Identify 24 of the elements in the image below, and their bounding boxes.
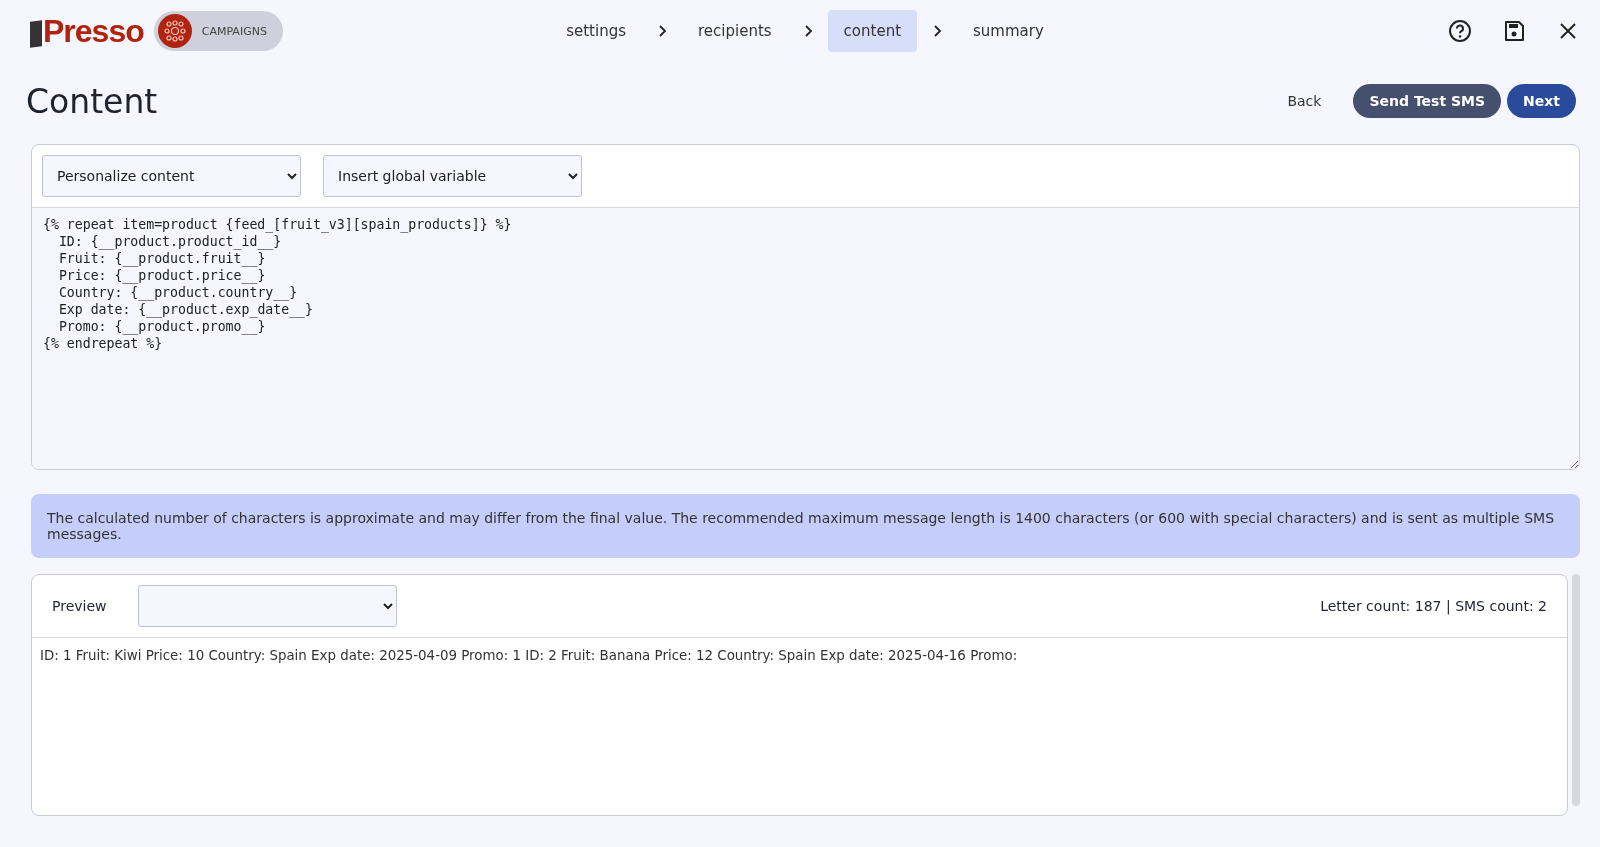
logo: Presso [30, 12, 144, 50]
step-tab[interactable]: summary [957, 10, 1060, 52]
scrollbar[interactable] [1572, 574, 1580, 806]
chevron-icon [931, 25, 944, 37]
save-icon[interactable] [1502, 19, 1526, 43]
chevron-icon [656, 25, 668, 37]
preview-text: ID: 1 Fruit: Kiwi Price: 10 Country: Spain Exp date: 2025-04-09 Promo: 1 ID: 2 Fruit: Banana Price: 12 Country: Spain Exp date: 2025-04-16 Promo: [39, 647, 1019, 665]
network-icon [157, 14, 192, 48]
step-tab[interactable]: recipients [682, 10, 788, 52]
next-button[interactable]: Next [1507, 84, 1576, 118]
help-icon[interactable] [1448, 19, 1472, 43]
page-title: Content [26, 81, 158, 121]
preview-label: Preview [52, 598, 108, 614]
count-text: Letter count: 187 | SMS count: 2 [1320, 598, 1547, 614]
step-tab[interactable]: settings [550, 10, 642, 52]
module-badge[interactable]: CAMPAIGNS [153, 11, 283, 51]
send-test-button[interactable]: Send Test SMS [1353, 84, 1502, 118]
personalize-select[interactable]: Personalize content [42, 155, 301, 197]
code-editor[interactable]: {% repeat item=product {feed_[fruit_v3][spain_products]} %} ID: {__product.product_id__} Fruit: {__product.fruit__} Price: {__product.price__} Country: {__product.country__} Exp date: {__product.exp_date__} Promo: {__product.promo__} {% endrepeat %} [32, 208, 1579, 469]
back-button[interactable]: Back [1271, 84, 1338, 118]
step-tab[interactable]: content [827, 10, 918, 52]
global-variable-select[interactable]: Insert global variable [323, 155, 582, 197]
info-banner: The calculated number of characters is approximate and may differ from the final value. The recommended maximum message length is 1400 characters (or 600 with special characters) and is sent as multiple SMS messages. [31, 494, 1580, 558]
module-label: CAMPAIGNS [201, 24, 267, 38]
